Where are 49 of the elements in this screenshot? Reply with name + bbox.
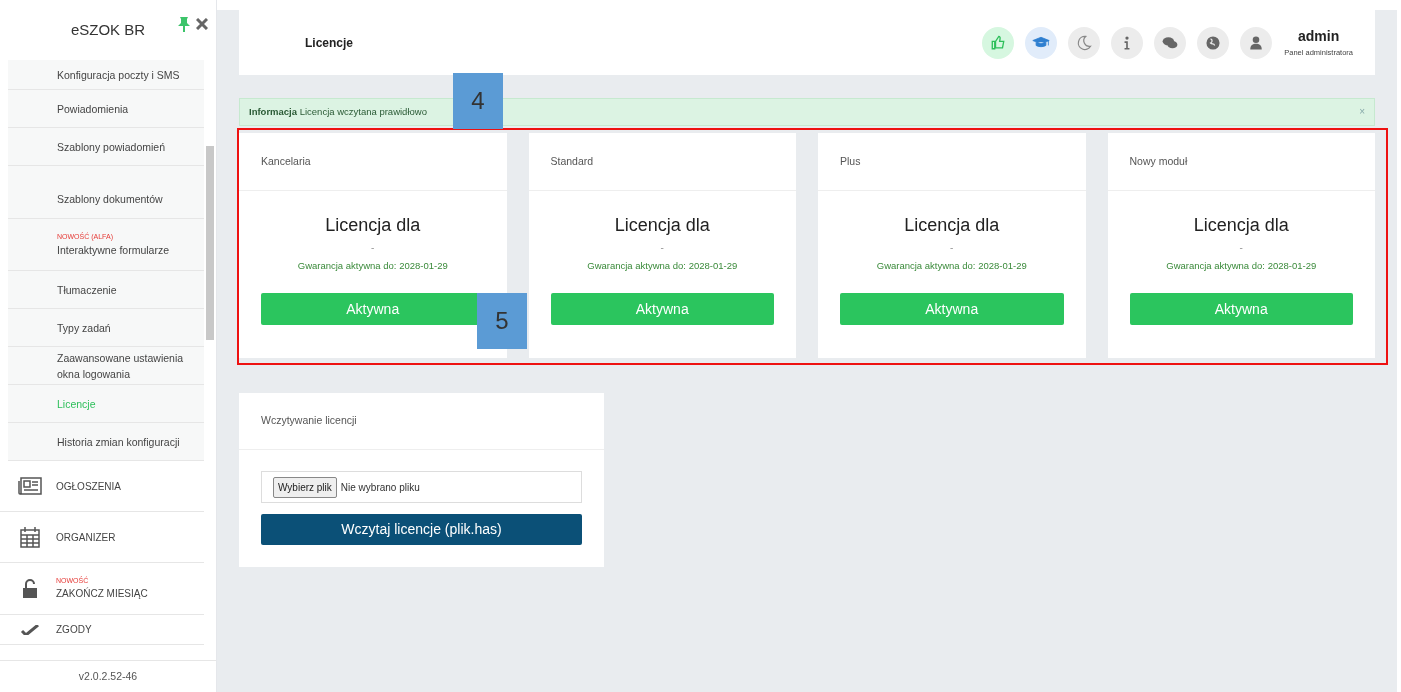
like-icon[interactable] bbox=[982, 26, 1015, 59]
menu-item[interactable]: Szablony dokumentów bbox=[8, 166, 204, 219]
license-owner: - bbox=[950, 241, 954, 255]
license-heading: Licencja dla bbox=[904, 214, 1000, 237]
menu-item[interactable]: Historia zmian konfiguracji bbox=[8, 423, 204, 461]
license-heading: Licencja dla bbox=[325, 214, 421, 237]
graduation-cap-icon[interactable] bbox=[1025, 26, 1058, 59]
chat-icon[interactable] bbox=[1154, 26, 1187, 59]
license-heading: Licencja dla bbox=[614, 214, 710, 237]
license-heading: Licencja dla bbox=[1193, 214, 1289, 237]
alert-message: Informacja Licencja wczytana prawidłowo bbox=[249, 104, 428, 119]
scrollbar-thumb[interactable] bbox=[206, 146, 214, 340]
license-owner: - bbox=[1239, 241, 1243, 255]
warranty-text: Gwarancja aktywna do: 2028-01-29 bbox=[297, 259, 448, 273]
license-owner: - bbox=[371, 241, 375, 255]
newspaper-icon bbox=[18, 477, 42, 495]
info-icon[interactable] bbox=[1111, 26, 1144, 59]
check-icon bbox=[20, 624, 40, 635]
moon-icon[interactable] bbox=[1068, 26, 1101, 59]
menu-item[interactable]: Zaawansowane ustawienia okna logowania bbox=[8, 347, 204, 385]
menu-item[interactable]: Szablony powiadomień bbox=[8, 128, 204, 166]
unlock-icon bbox=[22, 578, 38, 599]
upload-button[interactable]: Wczytaj licencje (plik.has) bbox=[261, 514, 582, 545]
file-input[interactable]: Wybierz plik Nie wybrano pliku bbox=[261, 471, 582, 503]
step-number-tooltip: 4 bbox=[453, 73, 503, 129]
menu-item[interactable]: Tłumaczenie bbox=[8, 271, 204, 309]
menu-item[interactable]: Powiadomienia bbox=[8, 90, 204, 128]
card-title: Plus bbox=[840, 153, 861, 169]
card-title: Standard bbox=[550, 153, 594, 169]
user-name: admin bbox=[1298, 27, 1340, 47]
page-title: Licencje bbox=[305, 34, 355, 52]
license-owner: - bbox=[660, 241, 664, 255]
menu-item[interactable]: Konfiguracja poczty i SMS bbox=[8, 60, 204, 90]
user-icon[interactable] bbox=[1240, 26, 1273, 59]
close-icon[interactable] bbox=[196, 18, 208, 30]
file-status: Nie wybrano pliku bbox=[340, 480, 420, 495]
warranty-text: Gwarancja aktywna do: 2028-01-29 bbox=[587, 259, 738, 273]
card-title: Nowy moduł bbox=[1129, 153, 1188, 169]
card-title: Kancelaria bbox=[261, 153, 311, 169]
warranty-text: Gwarancja aktywna do: 2028-01-29 bbox=[876, 259, 1027, 273]
calendar-icon bbox=[20, 526, 40, 548]
version-text: v2.0.2.52-46 bbox=[78, 668, 138, 684]
choose-file-button[interactable]: Wybierz plik bbox=[273, 476, 337, 498]
menu-item[interactable]: Typy zadań bbox=[8, 309, 204, 347]
card-title: Wczytywanie licencji bbox=[261, 413, 357, 429]
app-title: eSZOK BR bbox=[70, 19, 146, 40]
warranty-text: Gwarancja aktywna do: 2028-01-29 bbox=[1166, 259, 1317, 273]
pin-icon[interactable] bbox=[178, 16, 190, 32]
step-number-tooltip: 5 bbox=[477, 293, 527, 349]
